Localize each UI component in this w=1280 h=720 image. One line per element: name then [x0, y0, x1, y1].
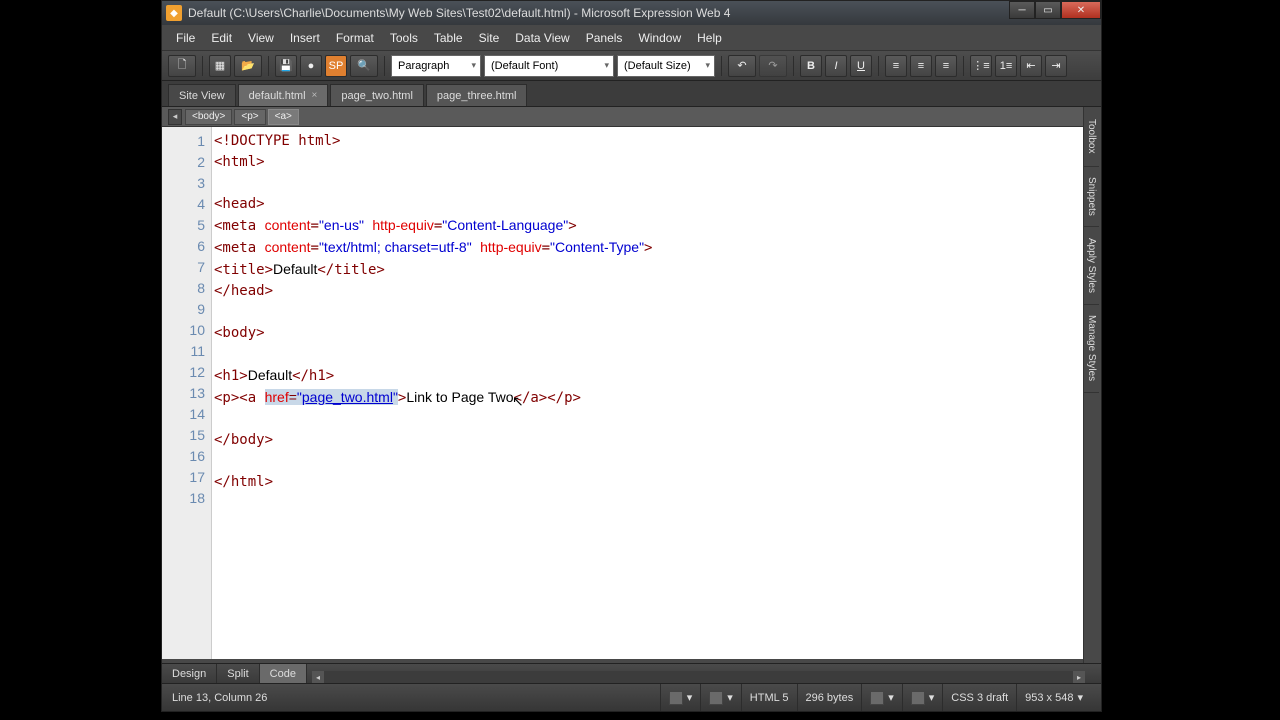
sidetab-apply-styles[interactable]: Apply Styles — [1084, 227, 1099, 305]
superpreview-button[interactable]: SP — [325, 55, 347, 77]
menu-help[interactable]: Help — [689, 27, 730, 49]
new-button[interactable]: 🗋 — [168, 55, 196, 77]
status-dimensions[interactable]: 953 x 548 ▾ — [1016, 684, 1091, 711]
indent-button[interactable]: ⇥ — [1045, 55, 1067, 77]
view-design[interactable]: Design — [162, 664, 217, 684]
open-site-button[interactable]: ▦ — [209, 55, 231, 77]
sidetab-toolbox[interactable]: Toolbox — [1084, 107, 1099, 167]
font-combo[interactable]: (Default Font) — [484, 55, 614, 77]
app-icon: ◆ — [166, 5, 182, 21]
status-icon-1[interactable]: ▾ — [660, 684, 701, 711]
view-code[interactable]: Code — [260, 664, 307, 684]
menu-edit[interactable]: Edit — [203, 27, 240, 49]
browser-preview-button[interactable]: 🔍 — [350, 55, 378, 77]
menu-window[interactable]: Window — [630, 27, 689, 49]
underline-button[interactable]: U — [850, 55, 872, 77]
tag-breadcrumb: ◂ <body> <p> <a> ▸ — [162, 107, 1101, 127]
status-css[interactable]: CSS 3 draft — [942, 684, 1016, 711]
horizontal-scrollbar[interactable]: ◂ ▸ — [312, 671, 1085, 683]
document-tabs: Site View default.html× page_two.html pa… — [162, 81, 1101, 107]
crumb-p[interactable]: <p> — [234, 109, 265, 125]
crumb-body[interactable]: <body> — [185, 109, 232, 125]
sidetab-snippets[interactable]: Snippets — [1084, 167, 1099, 227]
maximize-button[interactable]: ▭ — [1035, 1, 1061, 19]
menu-file[interactable]: File — [168, 27, 203, 49]
tab-site-view[interactable]: Site View — [168, 84, 236, 106]
view-split[interactable]: Split — [217, 664, 259, 684]
status-cursor-pos: Line 13, Column 26 — [172, 692, 267, 704]
redo-button[interactable]: ↷ — [759, 55, 787, 77]
status-icon-2[interactable]: ▾ — [700, 684, 741, 711]
minimize-button[interactable]: ─ — [1009, 1, 1035, 19]
menubar: File Edit View Insert Format Tools Table… — [162, 25, 1101, 51]
flag-icon — [669, 691, 683, 705]
scroll-left-button[interactable]: ◂ — [312, 671, 324, 683]
compat-icon — [709, 691, 723, 705]
close-button[interactable]: ✕ — [1061, 1, 1101, 19]
fontsize-combo[interactable]: (Default Size) — [617, 55, 715, 77]
titlebar[interactable]: ◆ Default (C:\Users\Charlie\Documents\My… — [162, 1, 1101, 25]
menu-panels[interactable]: Panels — [578, 27, 631, 49]
align-center-button[interactable]: ≡ — [910, 55, 932, 77]
status-icon-3[interactable]: ▾ — [861, 684, 902, 711]
align-left-button[interactable]: ≡ — [885, 55, 907, 77]
menu-insert[interactable]: Insert — [282, 27, 328, 49]
bold-button[interactable]: B — [800, 55, 822, 77]
toolbar: 🗋 ▦ 📂 💾 ● SP 🔍 Paragraph (Default Font) … — [162, 51, 1101, 81]
menu-table[interactable]: Table — [426, 27, 471, 49]
menu-tools[interactable]: Tools — [382, 27, 426, 49]
statusbar: Line 13, Column 26 ▾ ▾ HTML 5 296 bytes … — [162, 683, 1101, 711]
code-editor[interactable]: 123456789101112131415161718 <!DOCTYPE ht… — [162, 127, 1101, 659]
open-button[interactable]: 📂 — [234, 55, 262, 77]
preview-button[interactable]: ● — [300, 55, 322, 77]
code-area[interactable]: <!DOCTYPE html> <html> <head> <meta cont… — [212, 127, 1101, 659]
paragraph-combo[interactable]: Paragraph — [391, 55, 481, 77]
view-mode-bar: Design Split Code ◂ ▸ — [162, 663, 1101, 683]
menu-site[interactable]: Site — [471, 27, 508, 49]
sidetab-manage-styles[interactable]: Manage Styles — [1084, 305, 1099, 393]
italic-button[interactable]: I — [825, 55, 847, 77]
tab-page-three[interactable]: page_three.html — [426, 84, 528, 106]
outdent-button[interactable]: ⇤ — [1020, 55, 1042, 77]
menu-format[interactable]: Format — [328, 27, 382, 49]
tab-page-two[interactable]: page_two.html — [330, 84, 424, 106]
app-window: ◆ Default (C:\Users\Charlie\Documents\My… — [161, 0, 1102, 712]
status-doctype[interactable]: HTML 5 — [741, 684, 797, 711]
side-panel: Toolbox Snippets Apply Styles Manage Sty… — [1083, 107, 1101, 665]
undo-button[interactable]: ↶ — [728, 55, 756, 77]
menu-dataview[interactable]: Data View — [507, 27, 577, 49]
crumb-a[interactable]: <a> — [268, 109, 299, 125]
schema-icon — [870, 691, 884, 705]
window-title: Default (C:\Users\Charlie\Documents\My W… — [188, 6, 730, 20]
line-gutter: 123456789101112131415161718 — [162, 127, 212, 659]
menu-view[interactable]: View — [240, 27, 282, 49]
bullets-button[interactable]: ⋮≡ — [970, 55, 992, 77]
numbering-button[interactable]: 1≡ — [995, 55, 1017, 77]
tab-default[interactable]: default.html× — [238, 84, 329, 106]
css-icon — [911, 691, 925, 705]
status-filesize: 296 bytes — [797, 684, 862, 711]
scroll-right-button[interactable]: ▸ — [1073, 671, 1085, 683]
close-icon[interactable]: × — [312, 90, 318, 101]
align-right-button[interactable]: ≡ — [935, 55, 957, 77]
crumb-prev-button[interactable]: ◂ — [168, 109, 182, 125]
save-button[interactable]: 💾 — [275, 55, 297, 77]
mouse-cursor-icon: ↖ — [512, 391, 524, 412]
status-icon-4[interactable]: ▾ — [902, 684, 943, 711]
